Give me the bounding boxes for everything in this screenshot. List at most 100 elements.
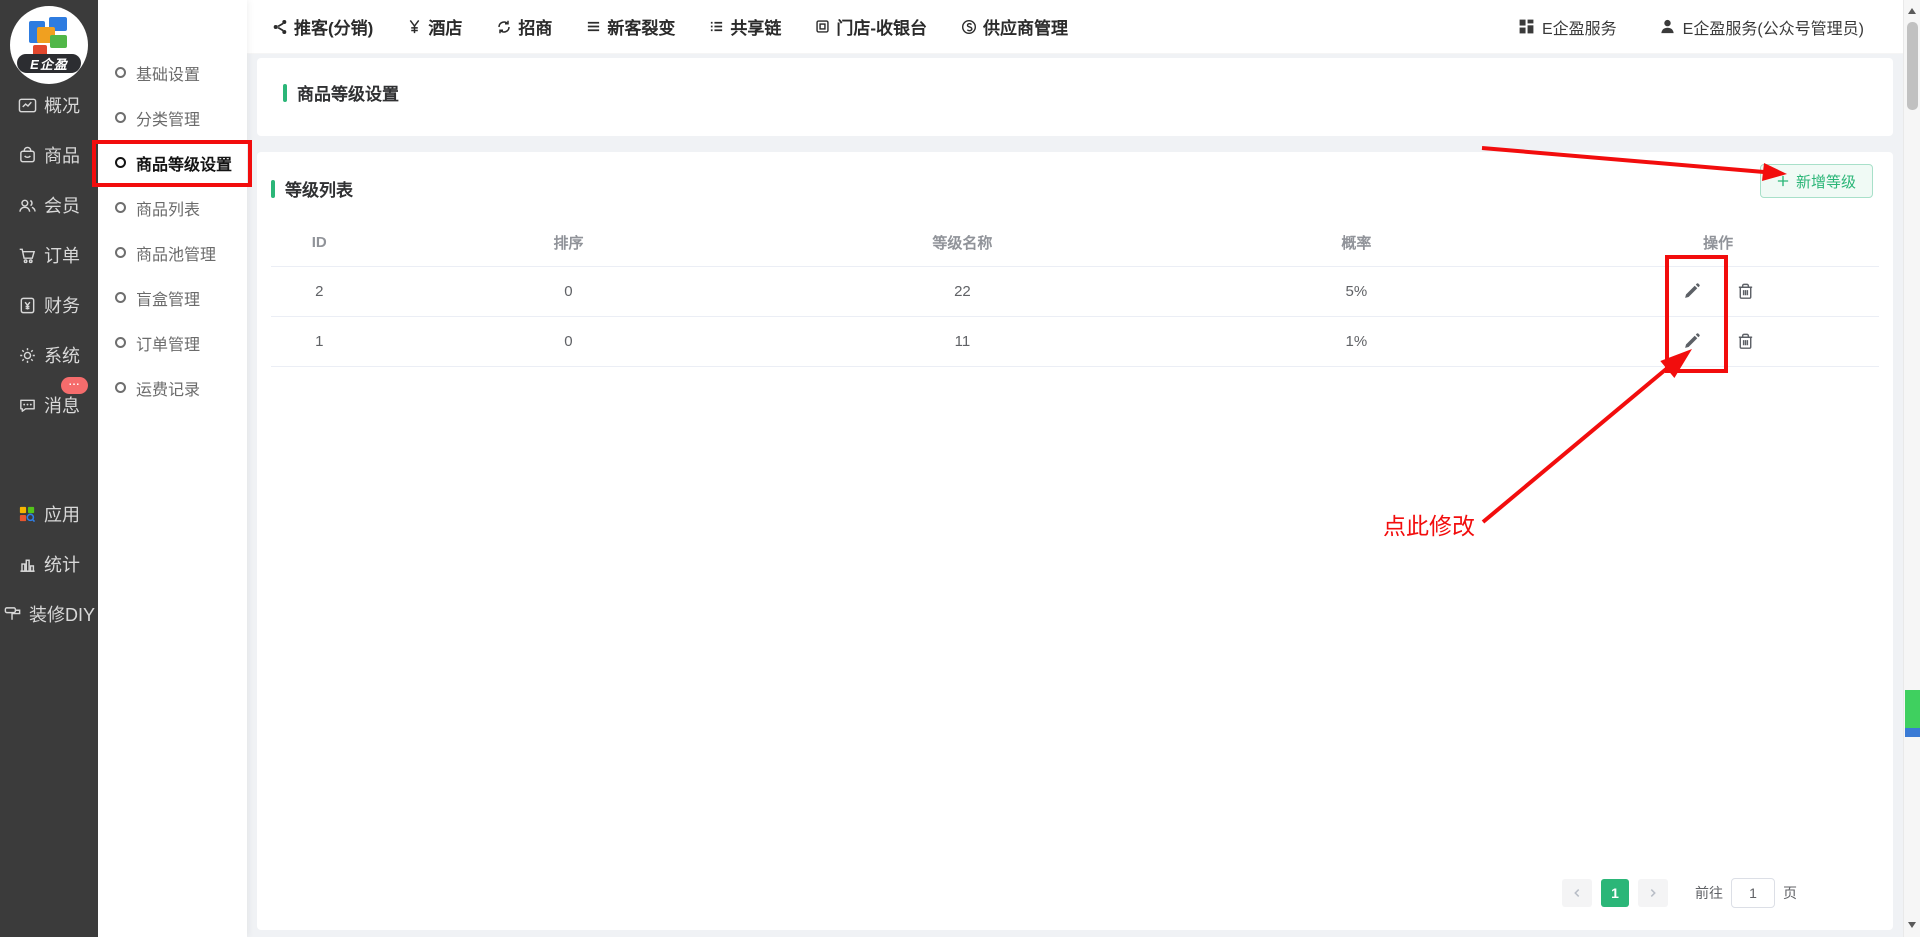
panel-title: 等级列表: [285, 176, 353, 201]
browser-scrollbar[interactable]: [1903, 0, 1920, 937]
page-title-card: 商品等级设置: [257, 58, 1893, 136]
paint-roller-icon: [3, 605, 22, 624]
service-switcher[interactable]: E企盈服务: [1518, 15, 1617, 39]
account-label: E企盈服务(公众号管理员): [1683, 15, 1864, 39]
topnav-item-label: 共享链: [730, 14, 781, 39]
edit-button[interactable]: [1681, 282, 1701, 302]
radio-bullet-icon: [115, 112, 126, 123]
topnav-item-label: 招商: [518, 14, 552, 39]
scrollbar-marker-blue: [1905, 728, 1920, 737]
scroll-up-arrow-icon[interactable]: [1908, 4, 1916, 14]
page-title: 商品等级设置: [297, 80, 399, 105]
submenu-item-freight-records[interactable]: 运费记录: [98, 365, 247, 410]
menu-lines-icon: [586, 19, 601, 34]
stats-icon: [18, 555, 37, 574]
cell-actions: [1557, 332, 1879, 352]
topnav-item-label: 门店-收银台: [836, 14, 927, 39]
topnav: 区域分红 推客(分销) 酒店 招商 新客裂变 共享链: [148, 14, 1068, 39]
column-header-probability: 概率: [1155, 232, 1557, 253]
recycle-icon: [496, 19, 512, 35]
submenu-item-goods-pool[interactable]: 商品池管理: [98, 230, 247, 275]
radio-bullet-icon: [115, 382, 126, 393]
sidebar-item-overview[interactable]: 概况: [0, 80, 98, 130]
topnav-item-supplier-management[interactable]: 供应商管理: [961, 14, 1068, 39]
submenu-item-label: 商品池管理: [136, 241, 216, 265]
sidebar-item-system[interactable]: 系统: [0, 330, 98, 380]
submenu-item-order-management[interactable]: 订单管理: [98, 320, 247, 365]
cell-level-name: 11: [769, 333, 1155, 350]
scroll-down-arrow-icon[interactable]: [1908, 922, 1916, 932]
scrollbar-thumb[interactable]: [1907, 22, 1918, 110]
sidebar-item-decorate-diy[interactable]: 装修DIY: [0, 589, 98, 639]
submenu-item-basic-settings[interactable]: 基础设置: [98, 50, 247, 95]
prev-page-button[interactable]: [1562, 879, 1592, 907]
finance-icon: [18, 296, 37, 315]
submenu-item-category-management[interactable]: 分类管理: [98, 95, 247, 140]
topbar-right: E企盈服务 E企盈服务(公众号管理员): [1518, 15, 1894, 39]
secondary-sidebar: 基础设置 分类管理 商品等级设置 商品列表 商品池管理 盲盒管理 订单管理 运费…: [98, 0, 247, 937]
orders-icon: [18, 246, 37, 265]
sidebar-item-messages[interactable]: ... 消息: [0, 380, 98, 430]
topnav-item-hotel[interactable]: 酒店: [407, 14, 462, 39]
sidebar-item-goods[interactable]: 商品: [0, 130, 98, 180]
s-circle-icon: [961, 19, 977, 35]
submenu-item-label: 运费记录: [136, 376, 200, 400]
cell-actions: [1557, 282, 1879, 302]
pagination: 1 前往 页: [1562, 878, 1797, 908]
scrollbar-marker-green: [1905, 690, 1920, 728]
topnav-item-promoter-distribution[interactable]: 推客(分销): [272, 14, 373, 39]
sidebar-item-statistics[interactable]: 统计: [0, 539, 98, 589]
sidebar-item-label: 会员: [44, 192, 80, 218]
next-page-button[interactable]: [1638, 879, 1668, 907]
topbar: 区域分红 推客(分销) 酒店 招商 新客裂变 共享链: [98, 0, 1920, 54]
radio-bullet-icon: [115, 67, 126, 78]
account-menu[interactable]: E企盈服务(公众号管理员): [1659, 15, 1864, 39]
brand-logo-text: E企盈: [17, 54, 81, 73]
brand-logo[interactable]: E企盈: [10, 6, 88, 84]
service-label: E企盈服务: [1542, 15, 1617, 39]
delete-button[interactable]: [1735, 332, 1755, 352]
page-unit-label: 页: [1783, 883, 1797, 903]
topnav-item-store-cashier[interactable]: 门店-收银台: [815, 14, 927, 39]
page-number-current[interactable]: 1: [1601, 879, 1629, 907]
list-icon: [709, 19, 724, 34]
submenu-item-goods-list[interactable]: 商品列表: [98, 185, 247, 230]
radio-bullet-icon: [115, 292, 126, 303]
sidebar-item-label: 系统: [44, 342, 80, 368]
sidebar-item-label: 概况: [44, 92, 80, 118]
sidebar-item-members[interactable]: 会员: [0, 180, 98, 230]
sidebar-item-finance[interactable]: 财务: [0, 280, 98, 330]
sidebar-item-orders[interactable]: 订单: [0, 230, 98, 280]
plus-icon: [1777, 175, 1789, 187]
grid-icon: [1518, 18, 1535, 35]
topnav-item-label: 推客(分销): [294, 14, 373, 39]
cell-level-name: 22: [769, 283, 1155, 300]
message-icon: [18, 396, 37, 415]
sidebar-item-label: 财务: [44, 292, 80, 318]
add-level-button[interactable]: 新增等级: [1760, 164, 1873, 198]
apps-icon: [18, 505, 37, 524]
column-header-sort: 排序: [367, 232, 769, 253]
goto-page-input[interactable]: [1731, 878, 1775, 908]
cell-probability: 1%: [1155, 333, 1557, 350]
members-icon: [18, 196, 37, 215]
table-row: 2 0 22 5%: [271, 267, 1879, 317]
submenu-item-blind-box[interactable]: 盲盒管理: [98, 275, 247, 320]
delete-button[interactable]: [1735, 282, 1755, 302]
sidebar-item-label: 统计: [44, 551, 80, 577]
edit-button[interactable]: [1681, 332, 1701, 352]
sidebar-item-apps[interactable]: 应用: [0, 489, 98, 539]
submenu-item-label: 盲盒管理: [136, 286, 200, 310]
topnav-item-shared-chain[interactable]: 共享链: [709, 14, 781, 39]
submenu-item-label: 订单管理: [136, 331, 200, 355]
submenu-item-goods-level-settings[interactable]: 商品等级设置: [98, 140, 247, 185]
accent-bar: [283, 84, 287, 102]
user-icon: [1659, 18, 1676, 35]
cell-sort: 0: [367, 333, 769, 350]
radio-bullet-icon: [115, 247, 126, 258]
goods-icon: [18, 146, 37, 165]
topnav-item-investment[interactable]: 招商: [496, 14, 552, 39]
topnav-item-new-customer-fission[interactable]: 新客裂变: [586, 14, 675, 39]
topnav-item-label: 供应商管理: [983, 14, 1068, 39]
page-title-row: 商品等级设置: [283, 80, 1867, 105]
